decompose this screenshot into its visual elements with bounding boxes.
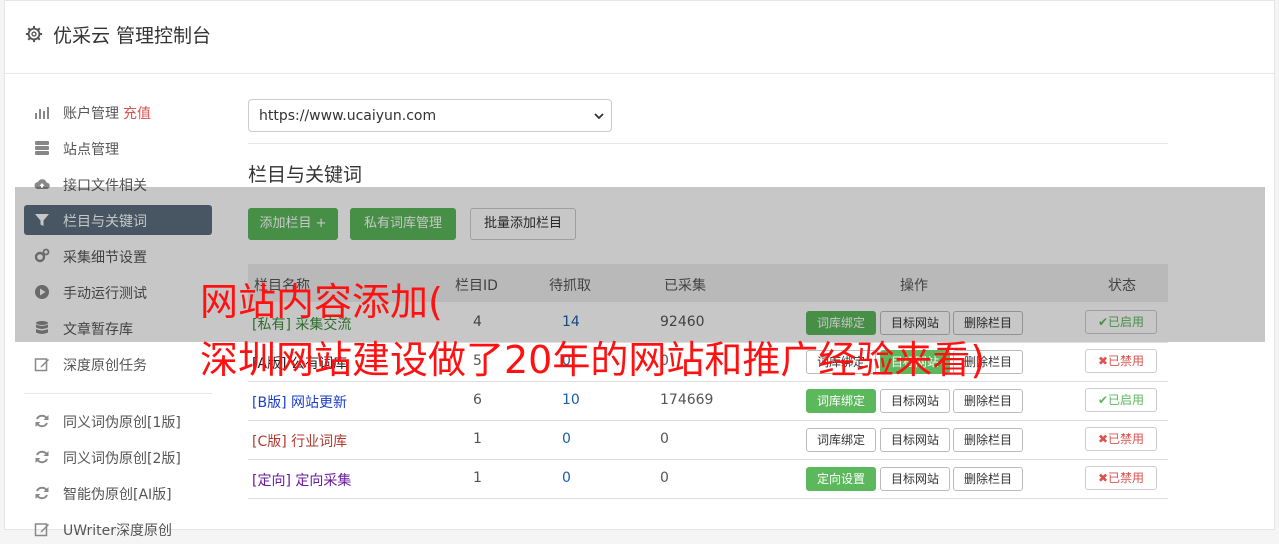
column-id: 1 <box>473 431 482 447</box>
status-toggle[interactable]: ✖已禁用 <box>1085 427 1157 451</box>
bind-library-button[interactable]: 词库绑定 <box>806 428 876 452</box>
sidebar-item-label: 站点管理 <box>63 142 119 158</box>
site-select[interactable]: https://www.ucaiyun.com <box>248 99 612 132</box>
column-name: 网站更新 <box>290 395 347 411</box>
status-label: 已禁用 <box>1108 354 1145 368</box>
sidebar-divider <box>24 393 212 394</box>
column-id: 1 <box>473 470 482 486</box>
status-label: 已启用 <box>1108 393 1145 407</box>
column-name-link[interactable]: [定向] 定向采集 <box>252 470 351 490</box>
column-tag: [C版] <box>252 434 287 450</box>
column-tag: [定向] <box>252 473 291 489</box>
overlay-line-2: 深圳网站建设做了20年的网站和推广经验来看) <box>200 338 986 382</box>
close-icon: ✖ <box>1097 354 1109 368</box>
refresh-icon <box>35 450 49 464</box>
column-name: 行业词库 <box>291 434 348 450</box>
column-name: 定向采集 <box>295 473 352 489</box>
edit-icon <box>34 523 49 537</box>
server-icon <box>35 141 49 155</box>
sidebar-item-synonym-v1[interactable]: 同义词伪原创[1版] <box>24 406 212 436</box>
close-icon: ✖ <box>1097 432 1109 446</box>
target-site-button[interactable]: 目标网站 <box>880 389 950 413</box>
pending-count-link[interactable]: 0 <box>562 431 571 447</box>
sidebar-item-account[interactable]: 账户管理 充值 <box>24 97 212 127</box>
table-row: [定向] 定向采集 1 0 0 定向设置 目标网站 删除栏目 ✖已禁用 <box>248 459 1168 499</box>
app-title: 优采云 管理控制台 <box>53 25 212 47</box>
pending-count-link[interactable]: 10 <box>562 392 580 408</box>
collected-count: 0 <box>660 431 669 447</box>
pending-count-link[interactable]: 0 <box>562 470 571 486</box>
refresh-icon <box>35 486 49 500</box>
sidebar-item-label: 深度原创任务 <box>63 358 147 374</box>
chevron-down-icon <box>594 113 604 120</box>
sidebar-item-uwriter[interactable]: UWriter深度原创 <box>24 514 212 544</box>
title-bar: 优采云 管理控制台 <box>5 1 1274 74</box>
refresh-icon <box>35 414 49 428</box>
site-select-value: https://www.ucaiyun.com <box>259 108 437 124</box>
overlay-banner: 网站内容添加( 深圳网站建设做了20年的网站和推广经验来看) <box>15 187 1265 382</box>
section-title: 栏目与关键词 <box>248 164 363 186</box>
sidebar-item-label: 同义词伪原创[1版] <box>63 415 181 431</box>
sidebar-item-ai-rewrite[interactable]: 智能伪原创[AI版] <box>24 478 212 508</box>
status-label: 已禁用 <box>1108 471 1145 485</box>
column-id: 6 <box>473 392 482 408</box>
target-site-button[interactable]: 目标网站 <box>880 428 950 452</box>
sidebar-item-synonym-v2[interactable]: 同义词伪原创[2版] <box>24 442 212 472</box>
collected-count: 174669 <box>660 392 714 408</box>
status-toggle[interactable]: ✖已禁用 <box>1085 466 1157 490</box>
delete-column-button[interactable]: 删除栏目 <box>953 467 1023 491</box>
gear-icon <box>25 25 43 43</box>
check-icon: ✔ <box>1097 393 1109 407</box>
target-site-button[interactable]: 目标网站 <box>880 467 950 491</box>
sidebar-item-label: 账户管理 <box>63 106 119 122</box>
collected-count: 0 <box>660 470 669 486</box>
bind-library-button[interactable]: 定向设置 <box>806 467 876 491</box>
bar-chart-icon <box>35 107 49 119</box>
table-row: [C版] 行业词库 1 0 0 词库绑定 目标网站 删除栏目 ✖已禁用 <box>248 420 1168 460</box>
status-toggle[interactable]: ✖已禁用 <box>1085 349 1157 373</box>
sidebar-item-deep-original[interactable]: 深度原创任务 <box>24 349 212 379</box>
sidebar-item-label: 同义词伪原创[2版] <box>63 451 181 467</box>
status-label: 已禁用 <box>1108 432 1145 446</box>
overlay-line-1: 网站内容添加( <box>200 280 443 324</box>
table-row: [B版] 网站更新 6 10 174669 词库绑定 目标网站 删除栏目 ✔已启用 <box>248 381 1168 421</box>
delete-column-button[interactable]: 删除栏目 <box>953 389 1023 413</box>
column-tag: [B版] <box>252 395 287 411</box>
recharge-link[interactable]: 充值 <box>123 106 151 122</box>
column-name-link[interactable]: [C版] 行业词库 <box>252 431 347 451</box>
sidebar-item-sites[interactable]: 站点管理 <box>24 133 212 163</box>
edit-icon <box>34 358 49 372</box>
close-icon: ✖ <box>1097 471 1109 485</box>
delete-column-button[interactable]: 删除栏目 <box>953 428 1023 452</box>
divider <box>248 143 1168 144</box>
sidebar-item-label: 智能伪原创[AI版] <box>63 487 172 503</box>
status-toggle[interactable]: ✔已启用 <box>1085 388 1157 412</box>
column-name-link[interactable]: [B版] 网站更新 <box>252 392 347 412</box>
sidebar-item-label: UWriter深度原创 <box>63 523 172 539</box>
bind-library-button[interactable]: 词库绑定 <box>806 389 876 413</box>
